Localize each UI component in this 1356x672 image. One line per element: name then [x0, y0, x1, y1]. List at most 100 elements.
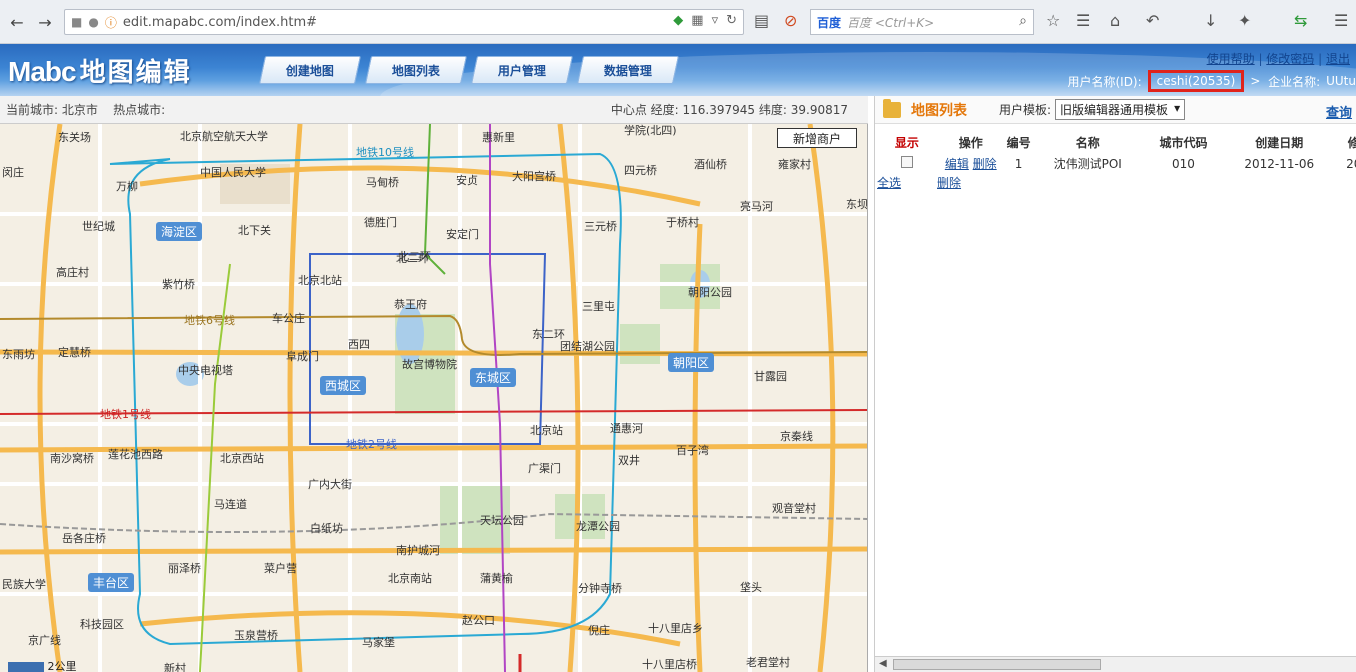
scale-bar: 2公里 [8, 658, 118, 672]
qr-icon[interactable]: ▦ [691, 13, 703, 28]
bookmarks-icon[interactable]: ☰ [1076, 11, 1090, 30]
tab-create-map[interactable]: 创建地图 [259, 56, 361, 84]
map-place: 故宫博物院 [402, 358, 457, 371]
row-city-code: 010 [1172, 156, 1195, 171]
tab-user-manage[interactable]: 用户管理 [471, 56, 573, 84]
forward-arrow-icon[interactable]: → [34, 9, 56, 35]
map-place: 科技园区 [80, 618, 124, 631]
col-action: 操作 [958, 136, 983, 150]
dropdown-icon[interactable]: ▿ [712, 13, 719, 28]
row-extra: 20 [1346, 156, 1356, 171]
panel-header: 地图列表 用户模板: 旧版编辑器通用模板 ▾ 查询 [875, 96, 1356, 124]
tab-map-list[interactable]: 地图列表 [365, 56, 467, 84]
col-city-code: 城市代码 [1159, 136, 1208, 150]
top-links: 使用帮助 | 修改密码 | 退出 [1206, 52, 1350, 66]
latitude: 39.90817 [790, 103, 848, 117]
map-place: 北下关 [238, 224, 271, 237]
map-list-panel: 地图列表 用户模板: 旧版编辑器通用模板 ▾ 查询 显示 操作 编号 名称 城市代… [874, 96, 1356, 672]
bulk-delete-link[interactable]: 删除 [937, 174, 961, 191]
map-place: 北京南站 [388, 572, 432, 585]
extension-icon[interactable]: ✦ [1238, 11, 1251, 30]
map-place: 中央电视塔 [178, 364, 233, 377]
map-place: 惠新里 [482, 131, 515, 144]
map-place: 闵庄 [2, 166, 24, 179]
current-city[interactable]: 北京市 [62, 103, 98, 117]
address-bar[interactable]: ■ ● ⓘ edit.mapabc.com/index.htm# ◆ ▦ ▿ ↻ [64, 9, 744, 35]
map-place: 北京北站 [298, 274, 342, 287]
row-checkbox[interactable] [900, 156, 913, 168]
col-name: 名称 [1075, 136, 1100, 150]
map-place: 岳各庄桥 [62, 532, 106, 545]
template-select[interactable]: 旧版编辑器通用模板 ▾ [1055, 99, 1186, 120]
map-canvas[interactable]: 新增商户 海淀区 西城区 东城区 朝阳区 丰台区 东关场 北京航空航天大学 惠新… [0, 124, 868, 672]
map-place: 龙潭公园 [576, 520, 620, 533]
ring-road-east-2: 东二环 [532, 328, 565, 341]
map-place: 酒仙桥 [694, 158, 727, 171]
help-link[interactable]: 使用帮助 [1207, 52, 1255, 66]
map-place: 十八里店桥 [642, 658, 697, 671]
map-place: 紫竹桥 [162, 278, 195, 291]
query-link[interactable]: 查询 [1326, 102, 1352, 121]
reload-icon[interactable]: ↻ [726, 13, 737, 28]
subway-line-2: 地铁2号线 [346, 438, 397, 451]
map-place: 马甸桥 [366, 176, 399, 189]
map-place: 北京站 [530, 424, 563, 437]
download-icon[interactable]: ↓ [1204, 11, 1217, 30]
scroll-left-icon[interactable]: ◀ [879, 658, 887, 669]
scrollbar-thumb[interactable] [893, 659, 1101, 670]
sync-icon[interactable]: ⇆ [1294, 11, 1307, 30]
map-place: 安贞 [456, 174, 478, 187]
current-city-label: 当前城市: [6, 103, 59, 117]
map-place: 团结湖公园 [560, 340, 615, 353]
delete-link[interactable]: 删除 [973, 157, 997, 171]
map-place: 通惠河 [610, 422, 643, 435]
map-place: 十八里店乡 [648, 622, 703, 635]
map-place: 东坝 [846, 198, 868, 211]
map-place: 倪庄 [588, 624, 610, 637]
star-icon[interactable]: ☆ [1046, 11, 1060, 30]
map-place: 菜户营 [264, 562, 297, 575]
map-list-table: 显示 操作 编号 名称 城市代码 创建日期 修 编辑 删除 1 沈伟测试POI … [875, 132, 1356, 174]
app-header: Mabc 地图编辑 创建地图 地图列表 用户管理 数据管理 使用帮助 | 修改密码… [0, 44, 1356, 96]
map-place: 恭王府 [394, 298, 427, 311]
map-place: 北京航空航天大学 [180, 130, 268, 143]
reader-icon[interactable]: ▤ [754, 11, 769, 30]
map-place: 京秦线 [780, 430, 813, 443]
search-icon[interactable]: ⌕ [1019, 13, 1027, 29]
ring-road-north-2: 北二环 [398, 250, 431, 263]
map-place: 赵公口 [462, 614, 495, 627]
tab-data-manage[interactable]: 数据管理 [577, 56, 679, 84]
menu-icon[interactable]: ☰ [1334, 11, 1348, 30]
horizontal-scrollbar[interactable]: ◀ [875, 656, 1356, 672]
search-input[interactable]: 百度 百度 <Ctrl+K> ⌕ [810, 9, 1034, 35]
home-icon[interactable]: ⌂ [1110, 11, 1120, 30]
back-arrow-icon[interactable]: ← [6, 9, 28, 35]
panel-title: 地图列表 [911, 102, 967, 119]
map-place: 广渠门 [528, 462, 561, 475]
block-icon[interactable]: ⊘ [784, 11, 797, 30]
map-place: 京广线 [28, 634, 61, 647]
subway-line-1: 地铁1号线 [100, 408, 151, 421]
map-place: 老君堂村 [746, 656, 790, 669]
hot-city-label: 热点城市: [113, 103, 166, 117]
info-icon: ⓘ [104, 15, 117, 30]
map-place: 西四 [348, 338, 370, 351]
company-value: UUtu [1326, 74, 1356, 88]
map-place: 世纪城 [82, 220, 115, 233]
edit-link[interactable]: 编辑 [945, 157, 969, 171]
add-merchant-button[interactable]: 新增商户 [777, 128, 857, 148]
map-place: 蒲黄榆 [480, 572, 513, 585]
map-place: 三元桥 [584, 220, 617, 233]
change-password-link[interactable]: 修改密码 [1266, 52, 1314, 66]
subway-line-6: 地铁6号线 [184, 314, 235, 327]
user-label: 用户名称(ID): [1067, 74, 1142, 89]
col-modified: 修 [1347, 136, 1356, 150]
logout-link[interactable]: 退出 [1326, 52, 1350, 66]
folder-icon [883, 98, 901, 118]
row-created: 2012-11-06 [1244, 156, 1315, 171]
undo-icon[interactable]: ↶ [1146, 11, 1159, 30]
map-place: 马家堡 [362, 636, 395, 649]
select-all-link[interactable]: 全选 [877, 174, 901, 191]
map-place: 三里屯 [582, 300, 615, 313]
search-engine-icon: 百度 [817, 15, 842, 30]
